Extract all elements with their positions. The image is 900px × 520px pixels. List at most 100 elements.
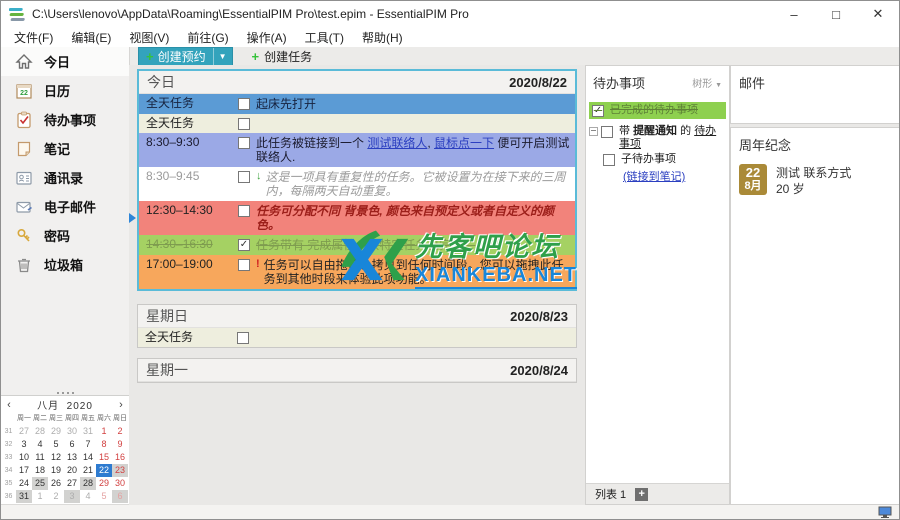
calendar-day[interactable]: 20: [64, 464, 80, 477]
calendar-day[interactable]: 15: [96, 451, 112, 464]
calendar-day[interactable]: 2: [112, 425, 128, 438]
calendar-day[interactable]: 1: [96, 425, 112, 438]
inline-link[interactable]: 测试联络人: [367, 136, 427, 150]
calendar-day[interactable]: 30: [112, 477, 128, 490]
calendar-day[interactable]: 23: [112, 464, 128, 477]
calendar-prev-icon[interactable]: ‹: [1, 399, 17, 411]
maximize-button[interactable]: □: [815, 1, 857, 27]
sidebar-item-7[interactable]: 垃圾箱: [1, 250, 129, 279]
task-row[interactable]: 全天任务: [139, 114, 575, 133]
calendar-day[interactable]: 31: [80, 425, 96, 438]
calendar-day[interactable]: 29: [96, 477, 112, 490]
calendar-day[interactable]: 3: [64, 490, 80, 503]
add-list-button[interactable]: +: [635, 488, 648, 501]
todo-tab-list1[interactable]: 列表 1: [595, 486, 626, 502]
sidebar-item-1[interactable]: 22日历: [1, 76, 129, 105]
new-appointment-dropdown[interactable]: ▼: [213, 48, 232, 65]
calendar-day[interactable]: 25: [32, 477, 48, 490]
task-row[interactable]: 全天任务: [138, 328, 576, 347]
menu-item-4[interactable]: 操作(A): [238, 27, 296, 48]
menu-item-6[interactable]: 帮助(H): [353, 27, 412, 48]
calendar-day[interactable]: 16: [112, 451, 128, 464]
task-checkbox[interactable]: [238, 205, 250, 217]
sidebar-item-2[interactable]: 待办事项: [1, 105, 129, 134]
todo-item-2[interactable]: 子待办事项: [603, 153, 726, 166]
day-section-date: 2020/8/22: [509, 75, 567, 90]
minimize-button[interactable]: –: [773, 1, 815, 27]
task-checkbox[interactable]: [238, 171, 250, 183]
calendar-day[interactable]: 17: [16, 464, 32, 477]
todo-item-1[interactable]: 带 提醒通知 的 待办事项: [589, 125, 726, 151]
calendar-day[interactable]: 6: [64, 438, 80, 451]
task-checkbox[interactable]: ✓: [238, 239, 250, 251]
calendar-day-header: 周五: [80, 413, 96, 425]
sidebar-item-3[interactable]: 笔记: [1, 134, 129, 163]
new-task-button[interactable]: + 创建任务: [245, 48, 320, 65]
calendar-day[interactable]: 7: [80, 438, 96, 451]
calendar-next-icon[interactable]: ›: [113, 399, 129, 411]
anniversary-item[interactable]: 22 8月 测试 联系方式 20 岁: [731, 161, 900, 200]
day-section-header: 今日2020/8/22: [139, 71, 575, 94]
calendar-day[interactable]: 2: [48, 490, 64, 503]
calendar-day[interactable]: 9: [112, 438, 128, 451]
contacts-icon: [14, 168, 33, 187]
calendar-day[interactable]: 30: [64, 425, 80, 438]
calendar-day[interactable]: 11: [32, 451, 48, 464]
menu-item-1[interactable]: 编辑(E): [62, 27, 120, 48]
task-checkbox[interactable]: [238, 137, 250, 149]
task-checkbox[interactable]: [238, 98, 250, 110]
calendar-day[interactable]: 14: [80, 451, 96, 464]
calendar-day[interactable]: 3: [16, 438, 32, 451]
expander-icon[interactable]: [589, 127, 598, 136]
calendar-day[interactable]: 28: [80, 477, 96, 490]
inline-link[interactable]: 鼠标点一下: [434, 136, 494, 150]
todo-view-mode-dropdown[interactable]: 树形 ▼: [692, 75, 722, 90]
todo-checkbox[interactable]: ✓: [592, 105, 604, 117]
mail-panel: 邮件: [730, 65, 900, 124]
task-row[interactable]: 14:30–16:30✓任务带有 完成属性，该特定任务已完成。: [139, 235, 575, 255]
task-checkbox[interactable]: [238, 259, 250, 271]
calendar-day[interactable]: 8: [96, 438, 112, 451]
menu-item-0[interactable]: 文件(F): [5, 27, 62, 48]
note-link[interactable]: (链接到笔记): [623, 168, 726, 184]
calendar-day-today[interactable]: 22: [96, 464, 112, 477]
task-row[interactable]: 8:30–9:30此任务被链接到一个 测试联络人, 鼠标点一下 便可开启测试联络…: [139, 133, 575, 167]
calendar-day[interactable]: 4: [80, 490, 96, 503]
calendar-day[interactable]: 29: [48, 425, 64, 438]
calendar-day[interactable]: 1: [32, 490, 48, 503]
sidebar-item-0[interactable]: 今日: [1, 47, 129, 76]
calendar-day[interactable]: 5: [96, 490, 112, 503]
task-row[interactable]: 17:00–19:00!任务可以自由拖拽、拷贝到任何时间段。您可以拖拽此任务到其…: [139, 255, 575, 289]
calendar-day[interactable]: 27: [64, 477, 80, 490]
task-row[interactable]: 8:30–9:45↓这是一项具有重复性的任务。它被设置为在接下来的三周内，每隔两…: [139, 167, 575, 201]
sidebar-item-6[interactable]: 密码: [1, 221, 129, 250]
menu-item-5[interactable]: 工具(T): [296, 27, 353, 48]
calendar-day[interactable]: 19: [48, 464, 64, 477]
task-row[interactable]: 全天任务起床先打开: [139, 94, 575, 114]
todo-checkbox[interactable]: [601, 126, 613, 138]
todo-item-0[interactable]: ✓已完成的待办事项: [589, 102, 726, 119]
calendar-day[interactable]: 4: [32, 438, 48, 451]
calendar-day[interactable]: 27: [16, 425, 32, 438]
calendar-day[interactable]: 10: [16, 451, 32, 464]
calendar-day[interactable]: 5: [48, 438, 64, 451]
task-checkbox[interactable]: [238, 118, 250, 130]
todo-checkbox[interactable]: [603, 154, 615, 166]
sidebar-item-5[interactable]: 电子邮件: [1, 192, 129, 221]
calendar-day[interactable]: 28: [32, 425, 48, 438]
menu-item-3[interactable]: 前往(G): [178, 27, 237, 48]
calendar-day[interactable]: 21: [80, 464, 96, 477]
calendar-day[interactable]: 26: [48, 477, 64, 490]
sidebar-item-4[interactable]: 通讯录: [1, 163, 129, 192]
new-appointment-button[interactable]: + 创建预约 ▼: [138, 47, 233, 66]
close-button[interactable]: ✕: [857, 1, 899, 27]
calendar-day[interactable]: 31: [16, 490, 32, 503]
calendar-day[interactable]: 12: [48, 451, 64, 464]
calendar-day[interactable]: 18: [32, 464, 48, 477]
task-checkbox[interactable]: [237, 332, 249, 344]
task-row[interactable]: 12:30–14:30任务可分配不同 背景色, 颜色来自预定义或者自定义的颜色。: [139, 201, 575, 235]
calendar-day[interactable]: 6: [112, 490, 128, 503]
menu-item-2[interactable]: 视图(V): [120, 27, 178, 48]
calendar-day[interactable]: 13: [64, 451, 80, 464]
calendar-day[interactable]: 24: [16, 477, 32, 490]
